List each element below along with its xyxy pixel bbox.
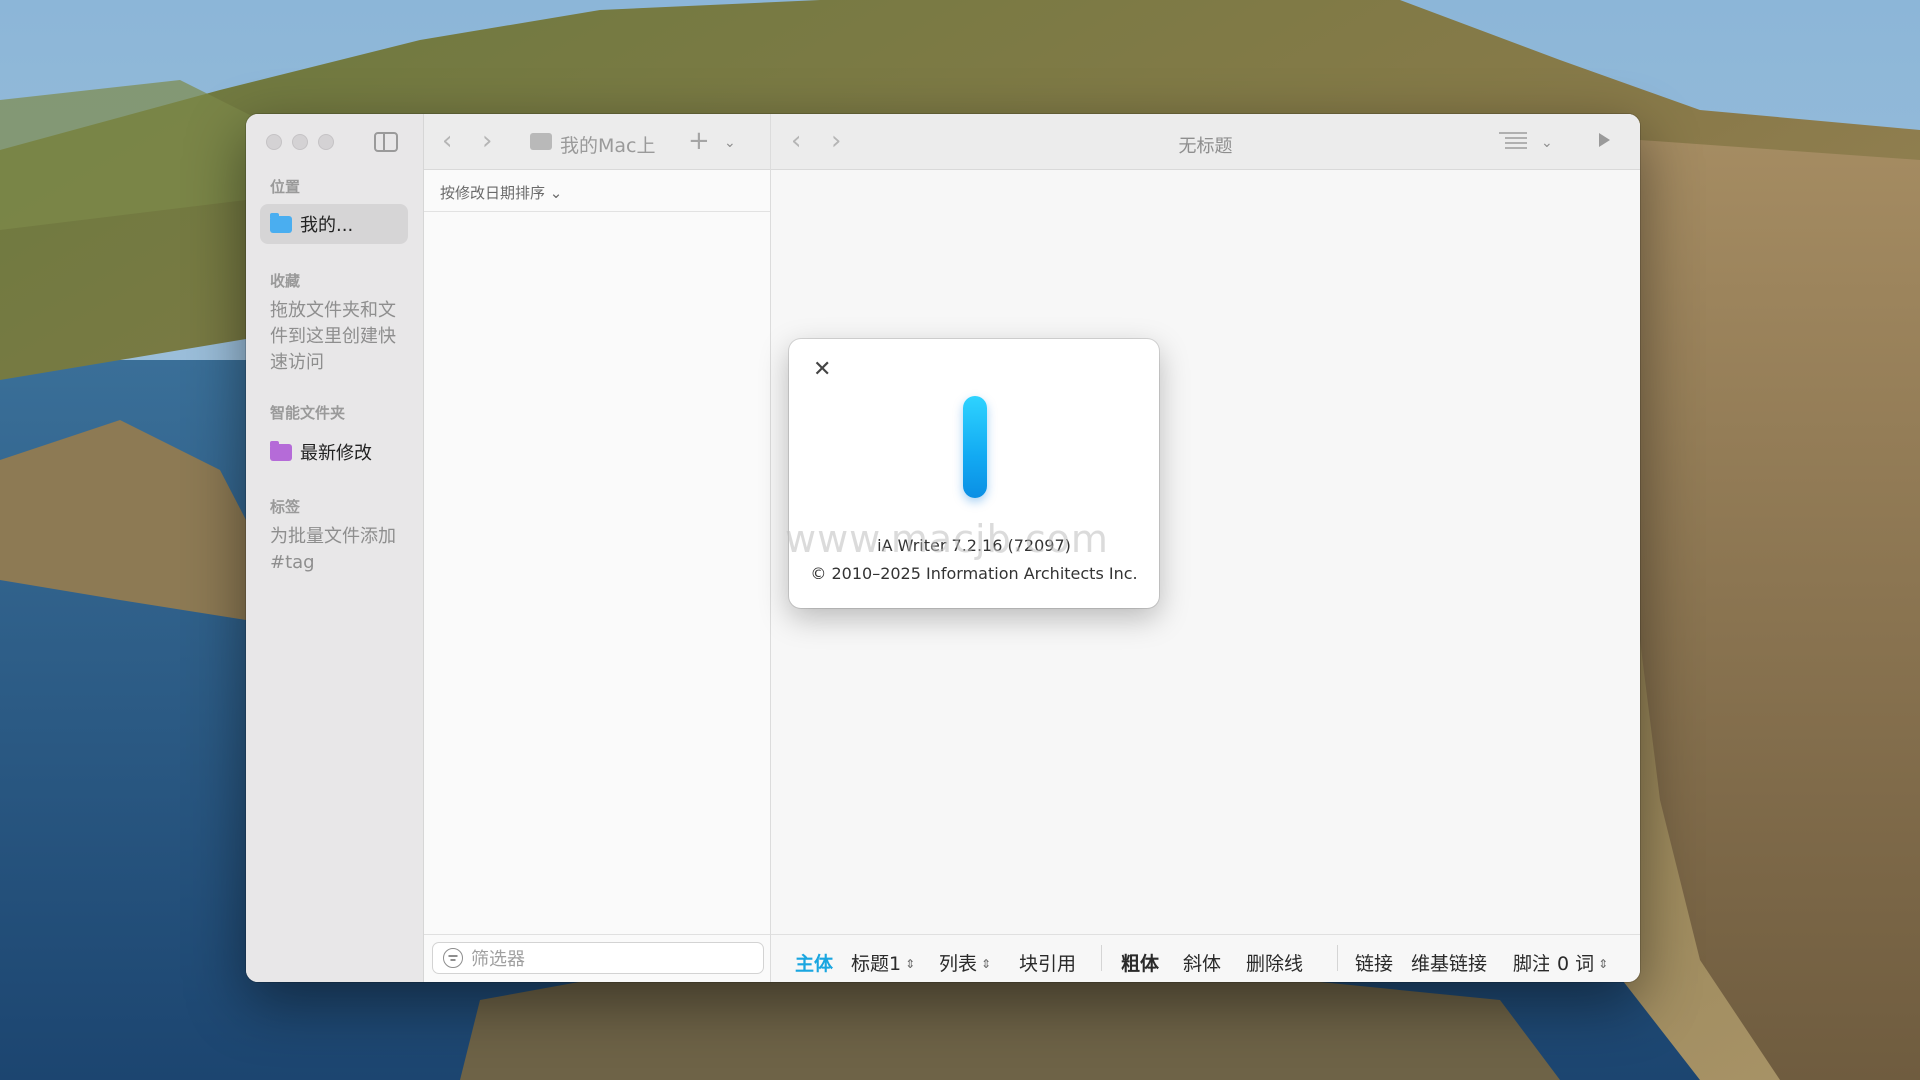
- stepper-icon: ⇕: [905, 957, 916, 971]
- chevron-down-icon[interactable]: ⌄: [1541, 135, 1553, 151]
- stepper-icon: ⇕: [1598, 957, 1609, 971]
- stepper-icon: ⇕: [981, 957, 992, 971]
- close-icon[interactable]: ✕: [813, 357, 831, 382]
- sidebar-item-recent[interactable]: 最新修改: [260, 432, 408, 472]
- ia-writer-logo-icon: [963, 396, 987, 498]
- sidebar-item-label: 最新修改: [300, 443, 372, 464]
- divider: [424, 934, 770, 935]
- outline-icon[interactable]: [1499, 132, 1527, 150]
- sidebar: 位置 我的... 收藏 拖放文件夹和文件到这里创建快速访问 智能文件夹 最新修改…: [246, 114, 424, 982]
- format-bold-button[interactable]: 粗体: [1121, 949, 1159, 976]
- sidebar-item-my-mac[interactable]: 我的...: [260, 204, 408, 244]
- folder-icon: [530, 133, 552, 150]
- format-list-button[interactable]: 列表 ⇕: [939, 949, 991, 976]
- format-blockquote-button[interactable]: 块引用: [1019, 949, 1076, 976]
- forward-arrow-icon[interactable]: ›: [482, 128, 492, 154]
- format-link-button[interactable]: 链接: [1355, 949, 1393, 976]
- about-dialog: ✕ iA Writer 7.2.16 (72097) © 2010–2025 I…: [789, 339, 1159, 608]
- word-count-label: 0 词: [1557, 953, 1595, 975]
- file-toolbar: ‹ › 我的Mac上 + ⌄: [424, 114, 770, 170]
- smart-folder-icon: [270, 440, 292, 461]
- tags-hint: 为批量文件添加#tag: [270, 526, 396, 573]
- section-smart-folders: 智能文件夹: [270, 404, 346, 422]
- format-heading-button[interactable]: 标题1 ⇕: [851, 949, 915, 976]
- format-heading-label: 标题1: [851, 953, 902, 975]
- filter-input[interactable]: 筛选器: [432, 942, 764, 974]
- editor-toolbar: ‹ › 无标题 ⌄: [771, 114, 1640, 170]
- sort-row: 按修改日期排序 ⌄: [424, 170, 770, 212]
- folder-icon: [270, 212, 292, 233]
- sidebar-toggle-icon[interactable]: [374, 132, 398, 152]
- copyright-text: © 2010–2025 Information Architects Inc.: [810, 564, 1138, 583]
- section-favorites: 收藏: [270, 272, 301, 290]
- filter-placeholder: 筛选器: [471, 949, 525, 970]
- word-count-button[interactable]: 0 词 ⇕: [1557, 949, 1608, 976]
- format-footnote-button[interactable]: 脚注: [1513, 949, 1549, 976]
- location-label[interactable]: 我的Mac上: [560, 131, 655, 158]
- new-file-button[interactable]: +: [688, 126, 710, 156]
- minimize-window-button[interactable]: [292, 134, 308, 150]
- format-strikethrough-button[interactable]: 删除线: [1246, 949, 1303, 976]
- filter-icon: [443, 948, 463, 968]
- chevron-down-icon[interactable]: ⌄: [724, 135, 736, 151]
- format-italic-button[interactable]: 斜体: [1183, 949, 1221, 976]
- format-body-button[interactable]: 主体: [795, 949, 833, 976]
- divider: [1101, 945, 1102, 971]
- format-wikilink-button[interactable]: 维基链接: [1411, 949, 1487, 976]
- preview-play-icon[interactable]: [1599, 133, 1610, 147]
- window-controls: [266, 134, 334, 150]
- close-window-button[interactable]: [266, 134, 282, 150]
- favorites-hint: 拖放文件夹和文件到这里创建快速访问: [270, 300, 396, 373]
- format-list-label: 列表: [939, 953, 978, 975]
- format-bar: 主体 标题1 ⇕ 列表 ⇕ 块引用 粗体 斜体 删除线 链接 维基链接 脚注 0 词…: [771, 934, 1640, 982]
- divider: [1337, 945, 1338, 971]
- sidebar-item-label: 我的...: [300, 215, 354, 236]
- sort-dropdown[interactable]: 按修改日期排序 ⌄: [440, 182, 562, 203]
- section-tags: 标签: [270, 498, 301, 516]
- file-list-column: ‹ › 我的Mac上 + ⌄ 按修改日期排序 ⌄ 筛选器: [424, 114, 771, 982]
- watermark: www.macjb.com: [785, 517, 1109, 561]
- section-locations: 位置: [270, 178, 301, 196]
- back-arrow-icon[interactable]: ‹: [442, 128, 452, 154]
- zoom-window-button[interactable]: [318, 134, 334, 150]
